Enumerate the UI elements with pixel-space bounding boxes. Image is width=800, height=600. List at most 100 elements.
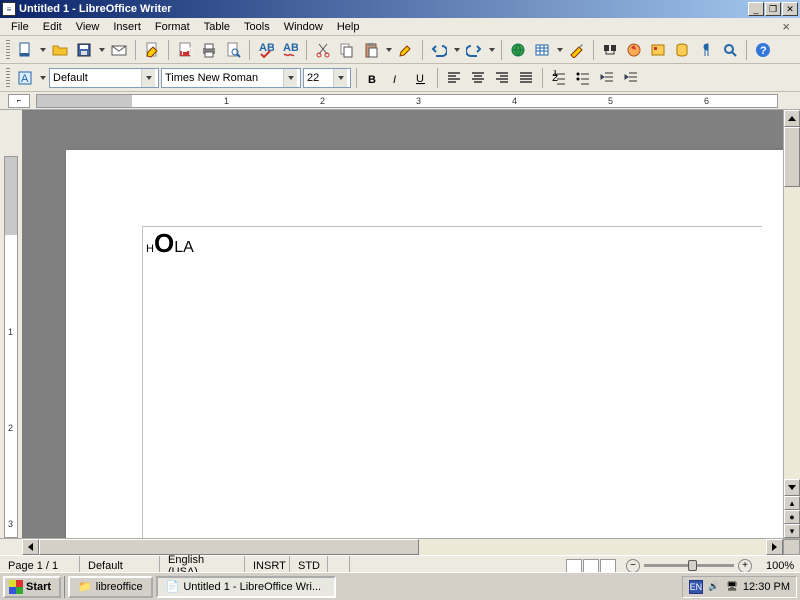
italic-button[interactable]: I xyxy=(386,67,408,89)
window-title: Untitled 1 - LibreOffice Writer xyxy=(19,3,748,15)
save-button[interactable] xyxy=(73,39,95,61)
align-center-button[interactable] xyxy=(467,67,489,89)
folder-icon: 📁 xyxy=(78,580,92,593)
styles-dropdown[interactable] xyxy=(38,76,47,80)
underline-button[interactable]: U xyxy=(410,67,432,89)
prev-page-button[interactable]: ▴ xyxy=(784,496,800,510)
vertical-scrollbar[interactable]: ▴ ● ▾ xyxy=(783,110,800,538)
datasources-button[interactable] xyxy=(671,39,693,61)
menu-help[interactable]: Help xyxy=(330,19,367,35)
navigator-button[interactable] xyxy=(623,39,645,61)
spellcheck-button[interactable]: ABC xyxy=(255,39,277,61)
find-button[interactable] xyxy=(599,39,621,61)
svg-text:I: I xyxy=(393,74,396,86)
format-paintbrush-button[interactable] xyxy=(395,39,417,61)
table-button[interactable] xyxy=(531,39,553,61)
save-dropdown[interactable] xyxy=(97,48,106,52)
nav-select-button[interactable]: ● xyxy=(784,510,800,524)
taskbar-libreoffice[interactable]: 📁 libreoffice xyxy=(68,576,153,598)
hyperlink-button[interactable] xyxy=(507,39,529,61)
close-button[interactable]: ✕ xyxy=(782,2,798,16)
nonprinting-button[interactable] xyxy=(695,39,717,61)
cut-button[interactable] xyxy=(312,39,334,61)
zoom-in-button[interactable]: + xyxy=(738,559,752,573)
copy-button[interactable] xyxy=(336,39,358,61)
show-draw-button[interactable] xyxy=(566,39,588,61)
maximize-button[interactable]: ❐ xyxy=(765,2,781,16)
align-justify-button[interactable] xyxy=(515,67,537,89)
menu-insert[interactable]: Insert xyxy=(106,19,148,35)
table-dropdown[interactable] xyxy=(555,48,564,52)
ruler-corner[interactable]: ⌐ xyxy=(8,94,30,108)
scroll-down-button[interactable] xyxy=(784,479,800,496)
zoom-knob[interactable] xyxy=(688,560,697,571)
start-button[interactable]: Start xyxy=(3,576,61,598)
help-button[interactable]: ? xyxy=(752,39,774,61)
menu-tools[interactable]: Tools xyxy=(237,19,277,35)
taskbar-writer-doc[interactable]: 📄 Untitled 1 - LibreOffice Wri... xyxy=(156,576,336,598)
view-book-button[interactable] xyxy=(600,559,616,573)
doc-close-button[interactable]: × xyxy=(776,19,796,34)
bullet-list-button[interactable] xyxy=(572,67,594,89)
page-margin-guide xyxy=(142,226,762,538)
increase-indent-button[interactable] xyxy=(620,67,642,89)
paste-dropdown[interactable] xyxy=(384,48,393,52)
doc-icon: 📄 xyxy=(166,580,180,593)
horizontal-scrollbar[interactable] xyxy=(0,538,800,555)
font-name-combo[interactable]: Times New Roman xyxy=(161,68,301,88)
zoom-slider[interactable]: − + xyxy=(620,559,758,573)
undo-dropdown[interactable] xyxy=(452,48,461,52)
start-label: Start xyxy=(26,581,51,593)
toolbar-grip[interactable] xyxy=(6,68,10,88)
redo-dropdown[interactable] xyxy=(487,48,496,52)
horizontal-ruler[interactable]: 1 2 3 4 5 6 xyxy=(36,94,778,108)
undo-button[interactable] xyxy=(428,39,450,61)
app-icon: ≡ xyxy=(2,2,16,16)
new-button[interactable] xyxy=(14,39,36,61)
clock[interactable]: 12:30 PM xyxy=(743,581,790,593)
language-indicator[interactable]: EN xyxy=(689,580,703,594)
toolbar-grip[interactable] xyxy=(6,40,10,60)
view-single-page-button[interactable] xyxy=(566,559,582,573)
styles-button[interactable]: A xyxy=(14,67,36,89)
page-viewport[interactable]: HOLA xyxy=(22,110,783,538)
menu-edit[interactable]: Edit xyxy=(36,19,69,35)
font-size-combo[interactable]: 22 xyxy=(303,68,351,88)
scroll-thumb[interactable] xyxy=(784,127,800,187)
align-left-button[interactable] xyxy=(443,67,465,89)
zoom-track[interactable] xyxy=(644,564,734,567)
zoom-out-button[interactable]: − xyxy=(626,559,640,573)
new-dropdown[interactable] xyxy=(38,48,47,52)
paragraph-style-combo[interactable]: Default xyxy=(49,68,159,88)
numbered-list-button[interactable]: 12 xyxy=(548,67,570,89)
email-button[interactable] xyxy=(108,39,130,61)
redo-button[interactable] xyxy=(463,39,485,61)
minimize-button[interactable]: _ xyxy=(748,2,764,16)
scroll-right-button[interactable] xyxy=(766,539,783,555)
menu-window[interactable]: Window xyxy=(277,19,330,35)
menu-table[interactable]: Table xyxy=(197,19,237,35)
vertical-ruler[interactable]: 1 2 3 xyxy=(4,156,18,538)
menu-view[interactable]: View xyxy=(69,19,107,35)
align-right-button[interactable] xyxy=(491,67,513,89)
view-multi-page-button[interactable] xyxy=(583,559,599,573)
preview-button[interactable] xyxy=(222,39,244,61)
display-icon[interactable]: 🖥 xyxy=(725,580,739,594)
scroll-up-button[interactable] xyxy=(784,110,800,127)
edit-file-button[interactable] xyxy=(141,39,163,61)
scroll-left-button[interactable] xyxy=(22,539,39,555)
menu-format[interactable]: Format xyxy=(148,19,197,35)
zoom-button[interactable] xyxy=(719,39,741,61)
export-pdf-button[interactable]: PDF xyxy=(174,39,196,61)
next-page-button[interactable]: ▾ xyxy=(784,524,800,538)
print-button[interactable] xyxy=(198,39,220,61)
volume-icon[interactable]: 🔊 xyxy=(707,580,721,594)
decrease-indent-button[interactable] xyxy=(596,67,618,89)
paste-button[interactable] xyxy=(360,39,382,61)
menu-file[interactable]: File xyxy=(4,19,36,35)
open-button[interactable] xyxy=(49,39,71,61)
gallery-button[interactable] xyxy=(647,39,669,61)
document-text[interactable]: HOLA xyxy=(146,228,194,259)
bold-button[interactable]: B xyxy=(362,67,384,89)
auto-spellcheck-button[interactable]: ABC xyxy=(279,39,301,61)
